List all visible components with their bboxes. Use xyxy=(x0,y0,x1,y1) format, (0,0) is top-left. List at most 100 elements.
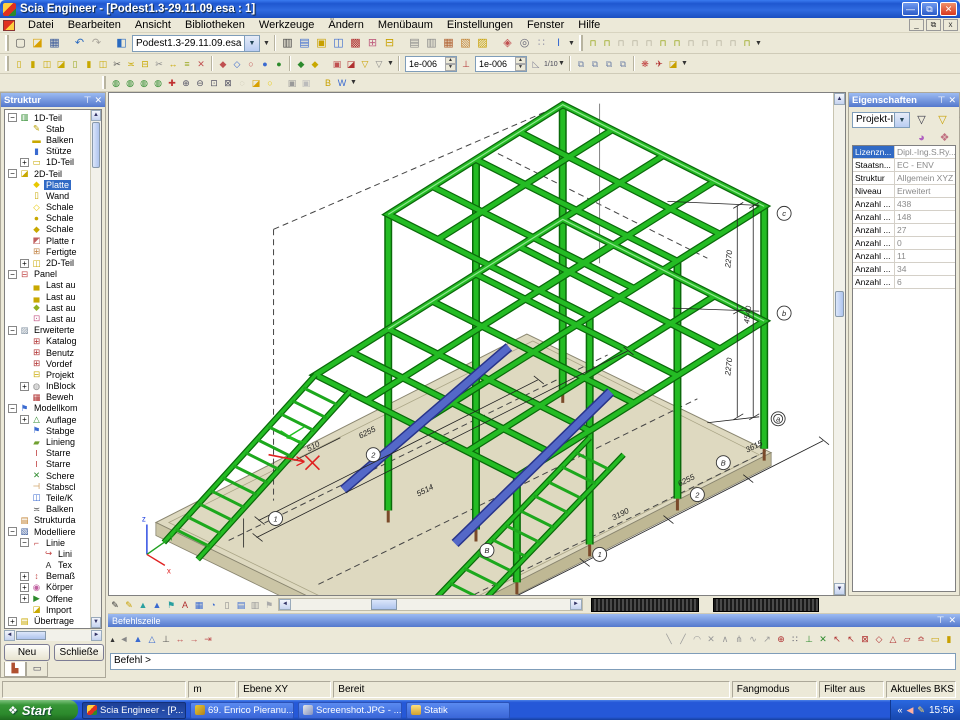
property-row[interactable]: Anzahl ...6 xyxy=(853,276,955,289)
clock-blue-icon[interactable]: ◔ xyxy=(206,597,220,613)
taskbar-window-scia-engineer-p[interactable]: Scia Engineer - [P... xyxy=(82,702,186,719)
spin-down-icon[interactable]: ▼ xyxy=(515,64,526,71)
3d-viewport[interactable]: z Y x 2270454022706255510551431906255361… xyxy=(108,92,846,596)
view-level-9-icon[interactable]: ⊓ xyxy=(698,35,712,51)
scroll-right-icon[interactable]: ► xyxy=(570,599,582,610)
view-dropdown-icon[interactable]: ▼ xyxy=(349,79,358,86)
menu-item-bibliotheken[interactable]: Bibliotheken xyxy=(178,18,252,32)
node-connect-icon[interactable]: ◆ xyxy=(216,56,230,72)
tri-filled-icon[interactable]: ▲ xyxy=(131,631,145,647)
tree-item-last-au[interactable]: ⊡Last au xyxy=(5,313,90,324)
window-copy-3-icon[interactable]: ⧉ xyxy=(602,56,616,72)
export-folder-icon[interactable]: ◪ xyxy=(666,56,680,72)
scrollbar-thumb[interactable] xyxy=(371,599,397,610)
taskbar-window-69-enrico-pieranu[interactable]: 69. Enrico Pieranu... xyxy=(190,702,294,719)
tree-item-modellkom[interactable]: −⚑Modellkom xyxy=(5,403,90,414)
start-button[interactable]: ❖ Start xyxy=(0,700,78,720)
tree-item-strukturda[interactable]: ▤Strukturda xyxy=(5,515,90,526)
view-level-8-icon[interactable]: ⊓ xyxy=(684,35,698,51)
tree-item-stütze[interactable]: ▮Stütze xyxy=(5,146,90,157)
expand-icon[interactable]: + xyxy=(20,158,29,167)
property-value[interactable]: 34 xyxy=(895,263,955,275)
spin-up-icon[interactable]: ▲ xyxy=(515,57,526,64)
collapse-icon[interactable]: − xyxy=(8,326,17,335)
spin-up-icon[interactable]: ▲ xyxy=(445,57,456,64)
tree-item-benutz[interactable]: ⊞Benutz xyxy=(5,347,90,358)
tolerance-spinner-2[interactable]: 1e-006 ▲▼ xyxy=(475,56,527,72)
property-row[interactable]: Lizenzn...Dipl.-Ing.S.Ry... xyxy=(853,146,955,159)
command-input[interactable]: Befehl > xyxy=(110,653,956,670)
triangle-cyan-icon[interactable]: ▲ xyxy=(136,597,150,613)
render-mode-4-icon[interactable]: ◍ xyxy=(151,75,165,91)
abc-grid-icon[interactable]: ▦ xyxy=(192,597,206,613)
property-row[interactable]: Staatsn...EC - ENV xyxy=(853,159,955,172)
property-value[interactable]: 11 xyxy=(895,250,955,262)
tree-item-teile-k[interactable]: ◫Teile/K xyxy=(5,492,90,503)
check-structure-icon[interactable]: ◆ xyxy=(294,56,308,72)
scroll-down-icon[interactable]: ▼ xyxy=(834,583,845,595)
layer-b-icon[interactable]: B xyxy=(321,75,335,91)
scroll-down-icon[interactable]: ▼ xyxy=(91,617,101,628)
scroll-up-icon[interactable]: ▲ xyxy=(91,110,101,121)
level-meter-icon[interactable]: ▲ xyxy=(150,597,164,613)
property-row[interactable]: Anzahl ...0 xyxy=(853,237,955,250)
property-value[interactable]: Erweitert xyxy=(895,185,955,197)
member-op-5-icon[interactable]: ▯ xyxy=(68,56,82,72)
status-cell-filter-aus[interactable]: Filter aus xyxy=(819,681,884,698)
node-link-icon[interactable]: ◇ xyxy=(230,56,244,72)
snap-tan-icon[interactable]: ≏ xyxy=(914,631,928,647)
tree-item-balken[interactable]: ▬Balken xyxy=(5,134,90,145)
tree-item-beweh[interactable]: ▦Beweh xyxy=(5,392,90,403)
tab-tree-view[interactable]: ▙ xyxy=(4,662,26,677)
property-filter-combo[interactable]: Projekt-I ▼ xyxy=(852,112,910,128)
flag-gray-icon[interactable]: ⚑ xyxy=(262,597,276,613)
pin-icon[interactable]: ⊤ xyxy=(84,94,92,106)
mdi-restore-button[interactable]: ⧉ xyxy=(926,19,941,31)
tree-item-tex[interactable]: ATex xyxy=(5,560,90,571)
view-level-4-icon[interactable]: ⊓ xyxy=(628,35,642,51)
pie-chart-icon[interactable]: ◕ xyxy=(913,130,930,146)
mdi-minimize-button[interactable]: _ xyxy=(909,19,924,31)
tree-item-übertrage[interactable]: +▤Übertrage xyxy=(5,615,90,626)
save-icon[interactable]: ▦ xyxy=(46,35,63,51)
tree-item-projekt[interactable]: ⊟Projekt xyxy=(5,369,90,380)
property-row[interactable]: Anzahl ...11 xyxy=(853,250,955,263)
zoom-window-icon[interactable]: ⊡ xyxy=(207,75,221,91)
close-icon[interactable]: ✕ xyxy=(948,615,956,626)
tree-item-fertigte[interactable]: ⊞Fertigte xyxy=(5,246,90,257)
tree-item-platte-r[interactable]: ◩Platte r xyxy=(5,235,90,246)
restore-button[interactable]: ⧉ xyxy=(921,2,938,16)
filter-funnel-1-icon[interactable]: ▽ xyxy=(358,56,372,72)
tray-chevron-icon[interactable]: « xyxy=(897,705,902,715)
expand-icon[interactable]: + xyxy=(20,594,29,603)
spin-down-icon[interactable]: ▼ xyxy=(445,64,456,71)
snap-para-icon[interactable]: ▱ xyxy=(900,631,914,647)
member-op-1-icon[interactable]: ▯ xyxy=(12,56,26,72)
undo-icon[interactable]: ↶ xyxy=(71,35,88,51)
abc-plus-icon[interactable]: A xyxy=(178,597,192,613)
roof-angle-icon[interactable]: ◺ xyxy=(529,56,543,72)
render-flower-icon[interactable]: ❋ xyxy=(638,56,652,72)
tri-open-icon[interactable]: △ xyxy=(145,631,159,647)
open-view-folder-icon[interactable]: ◪ xyxy=(249,75,263,91)
snap-point-icon[interactable]: ⊕ xyxy=(774,631,788,647)
dark-scrub-bar-1[interactable] xyxy=(591,598,699,612)
light-bulb-icon[interactable]: ○ xyxy=(263,75,277,91)
member-join-icon[interactable]: ⊟ xyxy=(138,56,152,72)
render-mode-1-icon[interactable]: ◍ xyxy=(109,75,123,91)
menu-item-werkzeuge[interactable]: Werkzeuge xyxy=(252,18,321,32)
expand-icon[interactable]: + xyxy=(20,572,29,581)
member-break-icon[interactable]: ✕ xyxy=(194,56,208,72)
snap-perp-icon[interactable]: ⊥ xyxy=(802,631,816,647)
scroll-left-icon[interactable]: ◄ xyxy=(279,599,291,610)
expand-icon[interactable]: + xyxy=(20,583,29,592)
box-3d-icon[interactable]: ▧ xyxy=(457,35,474,51)
pipe-icon[interactable]: ▯ xyxy=(220,597,234,613)
scroll-up-icon[interactable]: ▲ xyxy=(834,93,845,105)
tree-item-last-au[interactable]: ◆Last au xyxy=(5,302,90,313)
arrow-end-2-icon[interactable]: → xyxy=(187,631,201,647)
brush-pink-icon[interactable]: ❖ xyxy=(936,130,953,146)
tree-item-starre[interactable]: IStarre xyxy=(5,459,90,470)
render-mode-3-icon[interactable]: ◍ xyxy=(137,75,151,91)
tree-item-lini[interactable]: ↪Lini xyxy=(5,548,90,559)
